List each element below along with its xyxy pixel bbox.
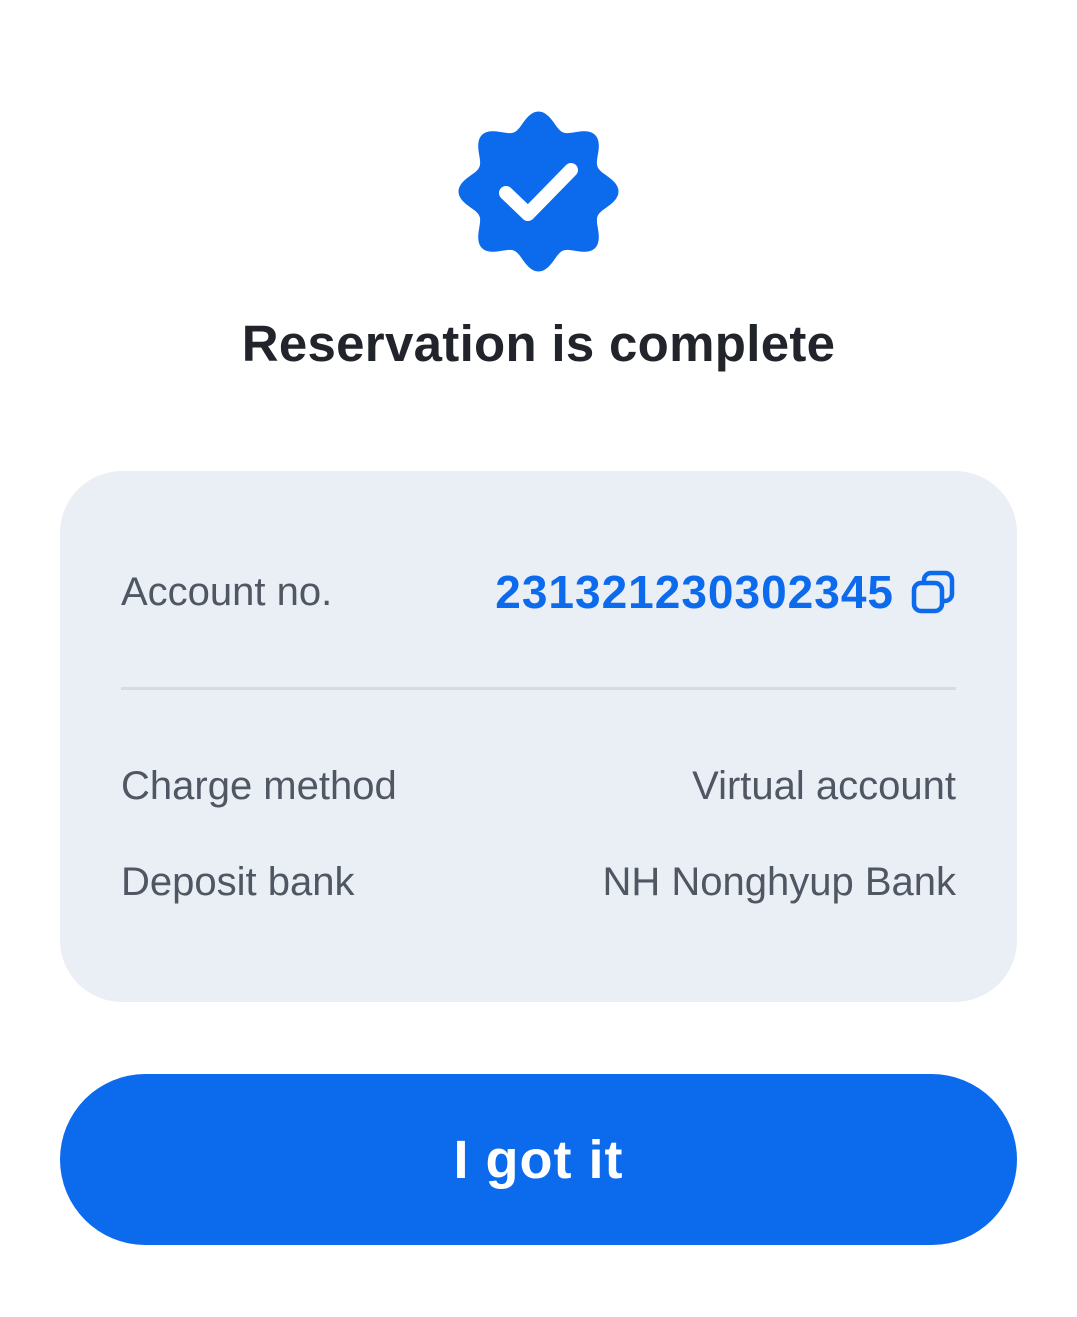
charge-method-row: Charge method Virtual account (121, 761, 956, 811)
confirm-button[interactable]: I got it (60, 1074, 1017, 1245)
account-details-card: Account no. 231321230302345 Charge metho… (60, 471, 1017, 1002)
divider (121, 687, 956, 690)
account-number-row: Account no. 231321230302345 (121, 562, 956, 622)
deposit-bank-value: NH Nonghyup Bank (602, 859, 956, 904)
account-number-value[interactable]: 231321230302345 (495, 565, 894, 619)
account-number-label: Account no. (121, 569, 333, 614)
deposit-bank-row: Deposit bank NH Nonghyup Bank (121, 857, 956, 907)
page-title: Reservation is complete (241, 315, 836, 372)
verified-badge-icon (458, 111, 619, 272)
account-number-group: 231321230302345 (495, 565, 956, 619)
charge-method-value: Virtual account (692, 763, 956, 808)
deposit-bank-label: Deposit bank (121, 859, 355, 904)
copy-icon[interactable] (910, 569, 956, 615)
charge-method-label: Charge method (121, 763, 397, 808)
